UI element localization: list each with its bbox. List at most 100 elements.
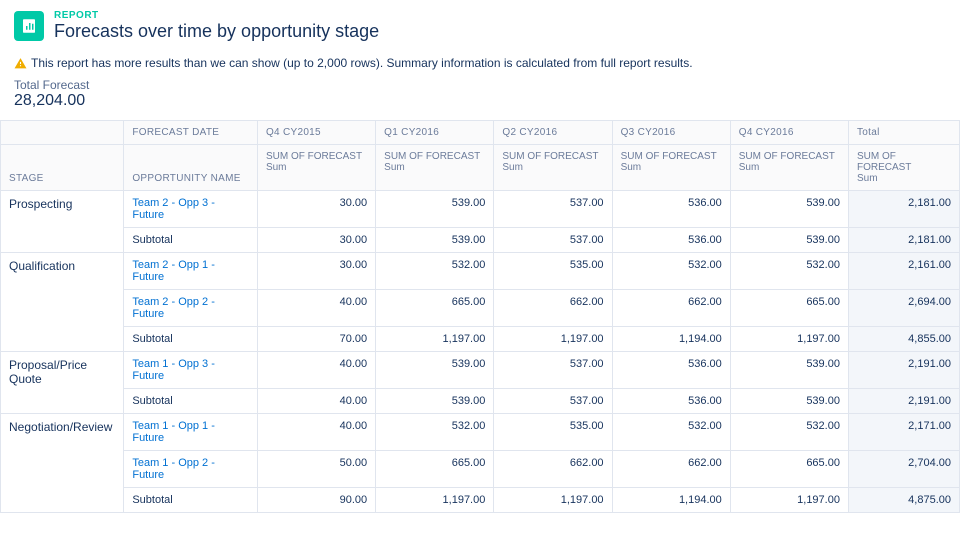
value-cell: 662.00 — [612, 451, 730, 488]
col-period-3[interactable]: Q3 CY2016 — [612, 121, 730, 145]
value-cell: 532.00 — [730, 253, 848, 290]
col-sum-4: SUM OF FORECASTSum — [730, 145, 848, 191]
value-cell: 30.00 — [257, 191, 375, 228]
value-cell: 50.00 — [257, 451, 375, 488]
subtotal-total-cell: 2,191.00 — [848, 389, 959, 414]
table-row: Team 1 - Opp 2 - Future50.00665.00662.00… — [1, 451, 960, 488]
value-cell: 532.00 — [376, 253, 494, 290]
row-total-cell: 2,704.00 — [848, 451, 959, 488]
subtotal-row: Subtotal70.001,197.001,197.001,194.001,1… — [1, 327, 960, 352]
value-cell: 537.00 — [494, 352, 612, 389]
subtotal-value-cell: 70.00 — [257, 327, 375, 352]
report-header: REPORT Forecasts over time by opportunit… — [0, 0, 960, 46]
subtotal-value-cell: 90.00 — [257, 488, 375, 513]
opportunity-link[interactable]: Team 2 - Opp 2 - Future — [132, 296, 215, 320]
subtotal-total-cell: 4,875.00 — [848, 488, 959, 513]
col-sum-2: SUM OF FORECASTSum — [494, 145, 612, 191]
col-total[interactable]: Total — [848, 121, 959, 145]
subtotal-value-cell: 1,197.00 — [730, 327, 848, 352]
value-cell: 536.00 — [612, 352, 730, 389]
subtotal-value-cell: 1,197.00 — [376, 327, 494, 352]
value-cell: 539.00 — [376, 191, 494, 228]
value-cell: 532.00 — [376, 414, 494, 451]
stage-cell: Prospecting — [1, 191, 124, 253]
report-title: Forecasts over time by opportunity stage — [54, 21, 379, 42]
subtotal-value-cell: 1,194.00 — [612, 488, 730, 513]
col-sum-3: SUM OF FORECASTSum — [612, 145, 730, 191]
value-cell: 662.00 — [494, 451, 612, 488]
value-cell: 665.00 — [730, 290, 848, 327]
col-period-2[interactable]: Q2 CY2016 — [494, 121, 612, 145]
subtotal-value-cell: 1,194.00 — [612, 327, 730, 352]
value-cell: 40.00 — [257, 290, 375, 327]
col-period-1[interactable]: Q1 CY2016 — [376, 121, 494, 145]
opportunity-link[interactable]: Team 1 - Opp 3 - Future — [132, 358, 215, 382]
col-stage[interactable]: STAGE — [1, 145, 124, 191]
opportunity-cell: Team 1 - Opp 1 - Future — [124, 414, 258, 451]
value-cell: 539.00 — [730, 352, 848, 389]
value-cell: 665.00 — [376, 290, 494, 327]
row-total-cell: 2,161.00 — [848, 253, 959, 290]
subtotal-value-cell: 1,197.00 — [494, 488, 612, 513]
col-opp-name[interactable]: OPPORTUNITY NAME — [124, 145, 258, 191]
value-cell: 532.00 — [730, 414, 848, 451]
value-cell: 662.00 — [612, 290, 730, 327]
table-row: Team 2 - Opp 2 - Future40.00665.00662.00… — [1, 290, 960, 327]
col-sum-0: SUM OF FORECASTSum — [257, 145, 375, 191]
total-forecast: Total Forecast 28,204.00 — [0, 78, 960, 120]
col-period-0[interactable]: Q4 CY2015 — [257, 121, 375, 145]
value-cell: 532.00 — [612, 414, 730, 451]
col-sum-1: SUM OF FORECASTSum — [376, 145, 494, 191]
subtotal-value-cell: 30.00 — [257, 228, 375, 253]
row-total-cell: 2,171.00 — [848, 414, 959, 451]
value-cell: 40.00 — [257, 352, 375, 389]
warning-icon — [14, 57, 27, 70]
subtotal-total-cell: 2,181.00 — [848, 228, 959, 253]
subtotal-value-cell: 1,197.00 — [494, 327, 612, 352]
table-header-row-1: FORECAST DATE Q4 CY2015 Q1 CY2016 Q2 CY2… — [1, 121, 960, 145]
value-cell: 665.00 — [730, 451, 848, 488]
col-sum-total: SUM OF FORECASTSum — [848, 145, 959, 191]
subtotal-value-cell: 536.00 — [612, 389, 730, 414]
subtotal-value-cell: 539.00 — [730, 228, 848, 253]
report-icon — [14, 11, 44, 41]
subtotal-label: Subtotal — [124, 488, 258, 513]
col-forecast-date[interactable]: FORECAST DATE — [124, 121, 258, 145]
stage-cell: Qualification — [1, 253, 124, 352]
opportunity-link[interactable]: Team 2 - Opp 1 - Future — [132, 259, 215, 283]
opportunity-cell: Team 2 - Opp 1 - Future — [124, 253, 258, 290]
subtotal-row: Subtotal40.00539.00537.00536.00539.002,1… — [1, 389, 960, 414]
table-row: ProspectingTeam 2 - Opp 3 - Future30.005… — [1, 191, 960, 228]
stage-cell: Proposal/Price Quote — [1, 352, 124, 414]
row-total-cell: 2,191.00 — [848, 352, 959, 389]
opportunity-cell: Team 1 - Opp 2 - Future — [124, 451, 258, 488]
table-row: QualificationTeam 2 - Opp 1 - Future30.0… — [1, 253, 960, 290]
total-forecast-value: 28,204.00 — [14, 92, 946, 110]
report-notice-text: This report has more results than we can… — [31, 56, 693, 70]
value-cell: 662.00 — [494, 290, 612, 327]
table-row: Proposal/Price QuoteTeam 1 - Opp 3 - Fut… — [1, 352, 960, 389]
subtotal-label: Subtotal — [124, 327, 258, 352]
value-cell: 539.00 — [376, 352, 494, 389]
opportunity-link[interactable]: Team 1 - Opp 2 - Future — [132, 457, 215, 481]
stage-cell: Negotiation/Review — [1, 414, 124, 513]
subtotal-label: Subtotal — [124, 228, 258, 253]
value-cell: 30.00 — [257, 253, 375, 290]
value-cell: 532.00 — [612, 253, 730, 290]
value-cell: 665.00 — [376, 451, 494, 488]
value-cell: 40.00 — [257, 414, 375, 451]
opportunity-link[interactable]: Team 1 - Opp 1 - Future — [132, 420, 215, 444]
table-row: Negotiation/ReviewTeam 1 - Opp 1 - Futur… — [1, 414, 960, 451]
subtotal-label: Subtotal — [124, 389, 258, 414]
subtotal-value-cell: 1,197.00 — [730, 488, 848, 513]
opportunity-link[interactable]: Team 2 - Opp 3 - Future — [132, 197, 215, 221]
col-period-4[interactable]: Q4 CY2016 — [730, 121, 848, 145]
table-header-row-2: STAGE OPPORTUNITY NAME SUM OF FORECASTSu… — [1, 145, 960, 191]
opportunity-cell: Team 2 - Opp 3 - Future — [124, 191, 258, 228]
row-total-cell: 2,181.00 — [848, 191, 959, 228]
subtotal-value-cell: 537.00 — [494, 389, 612, 414]
subtotal-value-cell: 537.00 — [494, 228, 612, 253]
subtotal-value-cell: 539.00 — [730, 389, 848, 414]
subtotal-total-cell: 4,855.00 — [848, 327, 959, 352]
value-cell: 536.00 — [612, 191, 730, 228]
